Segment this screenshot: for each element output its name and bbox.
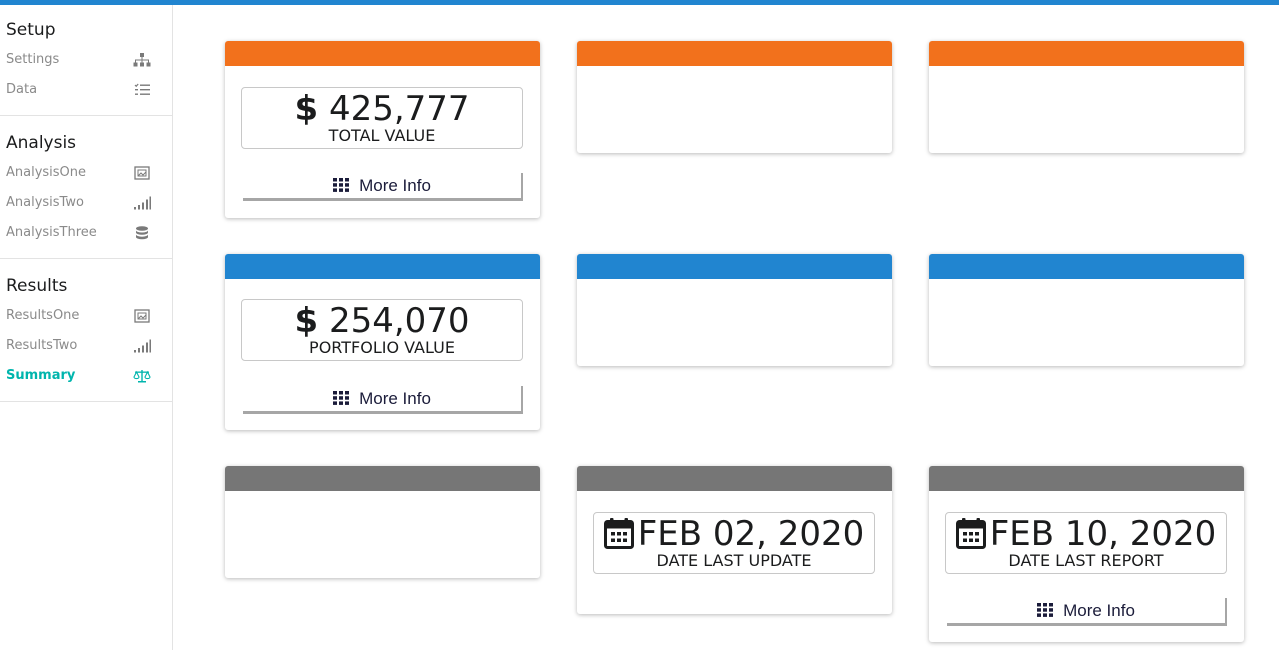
portfolio-value-card: $ 254,070 PORTFOLIO VALUE More Info (225, 254, 540, 430)
empty-card (577, 254, 892, 366)
more-info-button[interactable]: More Info (947, 598, 1227, 626)
sidebar-section-analysis: Analysis AnalysisOne AnalysisTwo Analysi… (0, 116, 172, 259)
list-icon (134, 83, 150, 95)
sidebar-item-label: Summary (6, 368, 76, 383)
last-update-card: FEB 02, 2020 DATE LAST UPDATE (577, 466, 892, 614)
grid-icon (333, 391, 350, 405)
empty-card (225, 466, 540, 578)
section-title: Analysis (6, 133, 77, 153)
signal-bars-icon (134, 196, 151, 210)
last-report-date: FEB 10, 2020 (989, 514, 1217, 554)
more-info-button[interactable]: More Info (243, 173, 523, 201)
more-info-label: More Info (1063, 601, 1135, 620)
empty-card (929, 41, 1244, 153)
card-header (577, 466, 892, 491)
card-header (929, 466, 1244, 491)
grid-icon (333, 178, 350, 192)
total-value-amount: 425,777 (328, 89, 470, 129)
sidebar-item-settings[interactable]: Settings (0, 45, 172, 75)
sidebar-section-setup: Setup Settings Data (0, 5, 172, 116)
sidebar-item-label: ResultsOne (6, 308, 80, 323)
last-report-label: DATE LAST REPORT (1008, 551, 1164, 570)
sidebar-item-analysisthree[interactable]: AnalysisThree (0, 218, 172, 248)
sidebar-item-analysisone[interactable]: AnalysisOne (0, 158, 172, 188)
currency-symbol: $ (294, 301, 319, 341)
card-header (225, 41, 540, 66)
sidebar-item-resultsone[interactable]: ResultsOne (0, 301, 172, 331)
sidebar-item-label: AnalysisThree (6, 225, 97, 240)
sidebar-item-data[interactable]: Data (0, 75, 172, 105)
more-info-button[interactable]: More Info (243, 386, 523, 414)
portfolio-value-statistic: $ 254,070 PORTFOLIO VALUE (241, 299, 523, 361)
currency-symbol: $ (294, 89, 319, 129)
calendar-icon (603, 518, 634, 549)
last-update-label: DATE LAST UPDATE (656, 551, 812, 570)
sidebar-item-resultstwo[interactable]: ResultsTwo (0, 331, 172, 361)
card-header (225, 254, 540, 279)
grid-icon (1037, 603, 1054, 617)
last-report-card: FEB 10, 2020 DATE LAST REPORT More Info (929, 466, 1244, 642)
dashboard-main: $ 425,777 TOTAL VALUE More Info $ 254,07… (173, 5, 1279, 650)
image-frame-icon (134, 166, 150, 180)
sidebar-item-analysistwo[interactable]: AnalysisTwo (0, 188, 172, 218)
section-title: Results (6, 276, 68, 296)
last-update-date: FEB 02, 2020 (637, 514, 865, 554)
portfolio-value-amount: 254,070 (328, 301, 470, 341)
calendar-icon (955, 518, 986, 549)
database-icon (136, 226, 148, 240)
card-header (929, 254, 1244, 279)
portfolio-value-label: PORTFOLIO VALUE (309, 338, 455, 357)
card-header (929, 41, 1244, 66)
card-header (577, 254, 892, 279)
sidebar-item-label: Settings (6, 52, 60, 67)
sidebar-item-label: ResultsTwo (6, 338, 78, 353)
empty-card (577, 41, 892, 153)
total-value-card: $ 425,777 TOTAL VALUE More Info (225, 41, 540, 218)
sidebar-section-results: Results ResultsOne ResultsTwo Summary (0, 259, 172, 402)
sidebar-item-summary[interactable]: Summary (0, 361, 172, 391)
card-header (577, 41, 892, 66)
signal-bars-icon (134, 339, 151, 353)
last-update-statistic: FEB 02, 2020 DATE LAST UPDATE (593, 512, 875, 574)
image-frame-icon (134, 309, 150, 323)
section-title: Setup (6, 20, 56, 40)
sidebar: Setup Settings Data Analysis AnalysisOne… (0, 5, 173, 650)
sidebar-item-label: Data (6, 82, 38, 97)
empty-card (929, 254, 1244, 366)
sidebar-item-label: AnalysisTwo (6, 195, 84, 210)
card-header (225, 466, 540, 491)
more-info-label: More Info (359, 176, 431, 195)
sidebar-item-label: AnalysisOne (6, 165, 87, 180)
more-info-label: More Info (359, 389, 431, 408)
total-value-label: TOTAL VALUE (328, 126, 436, 145)
total-value-statistic: $ 425,777 TOTAL VALUE (241, 87, 523, 149)
sitemap-icon (133, 53, 151, 67)
balance-scale-icon (133, 370, 151, 383)
last-report-statistic: FEB 10, 2020 DATE LAST REPORT (945, 512, 1227, 574)
